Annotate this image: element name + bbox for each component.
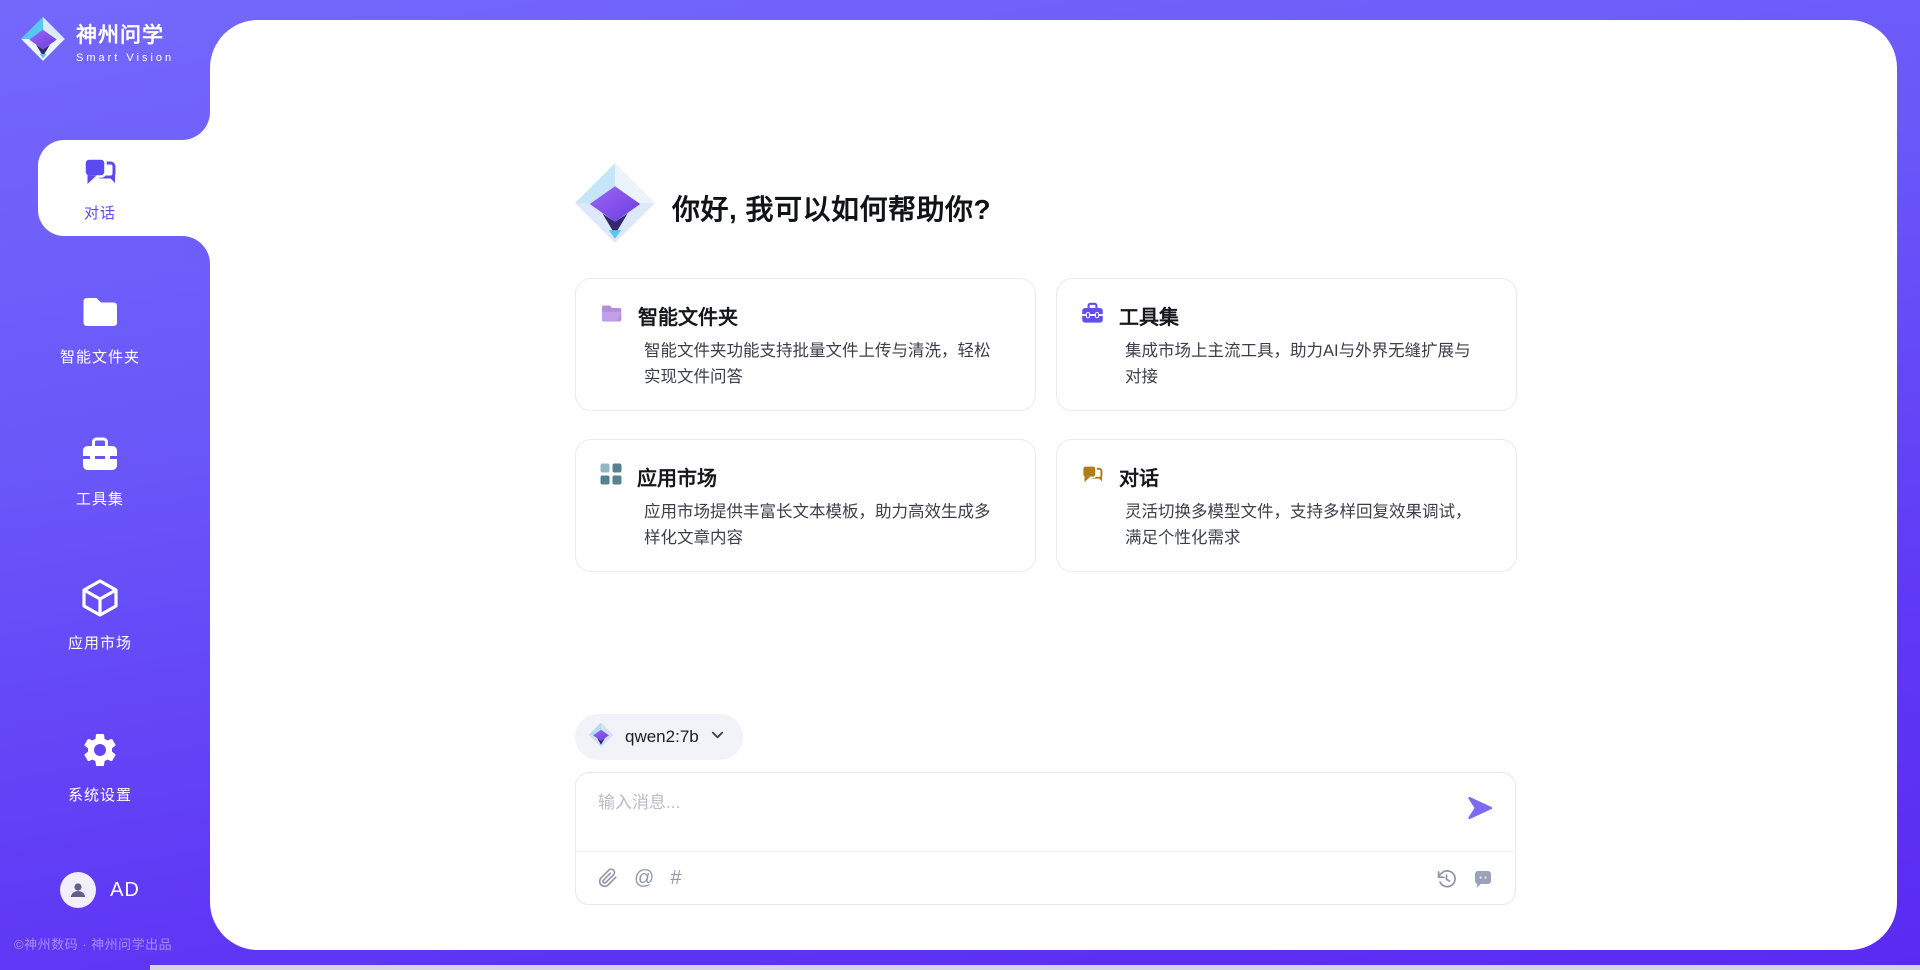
hero-diamond-icon (573, 161, 657, 250)
sidebar-item-folders[interactable]: 智能文件夹 (0, 292, 200, 367)
active-tab-fillet-top (182, 112, 210, 140)
sidebar-item-settings[interactable]: 系统设置 (0, 730, 200, 805)
cube-icon (80, 578, 120, 623)
card-description: 集成市场上主流工具，助力AI与外界无缝扩展与对接 (1125, 339, 1481, 390)
card-title: 工具集 (1119, 301, 1179, 330)
active-tab-fillet-bottom (182, 236, 210, 264)
page-title: 你好, 我可以如何帮助你? (672, 188, 991, 228)
sidebar-item-market[interactable]: 应用市场 (0, 578, 200, 653)
message-input[interactable] (598, 788, 1428, 846)
model-selector[interactable]: qwen2:7b (575, 714, 743, 760)
mention-icon[interactable]: @ (634, 868, 654, 888)
composer-toolbar: @ # (598, 852, 1493, 904)
message-composer: @ # (575, 772, 1516, 905)
folder-icon (600, 302, 623, 330)
avatar (60, 872, 96, 908)
brand: 神州问学 Smart Vision (20, 16, 174, 67)
card-chat[interactable]: 对话 灵活切换多模型文件，支持多样回复效果调试，满足个性化需求 (1056, 439, 1517, 572)
sidebar-item-chat[interactable]: 对话 (38, 140, 210, 236)
sidebar: 神州问学 Smart Vision 对话 智能文件夹 (0, 0, 210, 970)
card-title: 对话 (1119, 462, 1159, 491)
hashtag-icon[interactable]: # (670, 868, 681, 888)
history-icon[interactable] (1436, 868, 1457, 889)
sidebar-item-label: 系统设置 (68, 784, 132, 805)
card-description: 应用市场提供丰富长文本模板，助力高效生成多样化文章内容 (644, 500, 1000, 551)
sidebar-item-label: 智能文件夹 (60, 346, 140, 367)
sidebar-item-tools[interactable]: 工具集 (0, 436, 200, 509)
copyright-text: ©神州数码 · 神州问学出品 (14, 934, 172, 953)
chevron-down-icon (710, 727, 725, 747)
card-smart-folders[interactable]: 智能文件夹 智能文件夹功能支持批量文件上传与清洗，轻松实现文件问答 (575, 278, 1036, 411)
chat-bubble-icon[interactable] (1473, 868, 1493, 888)
chat-icon (82, 154, 118, 195)
briefcase-icon (1081, 302, 1104, 330)
card-title: 应用市场 (637, 462, 717, 491)
card-title: 智能文件夹 (638, 301, 738, 330)
briefcase-icon (81, 436, 119, 479)
user-profile[interactable]: AD (0, 872, 200, 908)
card-description: 智能文件夹功能支持批量文件上传与清洗，轻松实现文件问答 (644, 339, 1000, 390)
feature-cards: 智能文件夹 智能文件夹功能支持批量文件上传与清洗，轻松实现文件问答 工具集 集成… (575, 278, 1517, 572)
card-app-market[interactable]: 应用市场 应用市场提供丰富长文本模板，助力高效生成多样化文章内容 (575, 439, 1036, 572)
chat-icon (1081, 463, 1104, 491)
brand-tagline: Smart Vision (76, 52, 174, 64)
user-initials: AD (110, 879, 140, 902)
sidebar-item-label: 对话 (84, 202, 116, 223)
sidebar-item-label: 工具集 (76, 488, 124, 509)
attachment-icon[interactable] (598, 868, 618, 888)
folder-icon (80, 292, 120, 337)
send-icon[interactable] (1466, 794, 1494, 822)
gear-icon (80, 730, 120, 775)
model-name: qwen2:7b (625, 727, 699, 747)
brand-name: 神州问学 (76, 19, 174, 49)
apps-grid-icon (600, 463, 622, 490)
main-panel: 你好, 我可以如何帮助你? 智能文件夹 智能文件夹功能支持批量文件上传与清洗，轻… (210, 20, 1897, 950)
card-toolset[interactable]: 工具集 集成市场上主流工具，助力AI与外界无缝扩展与对接 (1056, 278, 1517, 411)
bottom-edge-strip (150, 965, 1920, 970)
sidebar-item-label: 应用市场 (68, 632, 132, 653)
brand-logo-diamond-icon (20, 16, 66, 67)
model-diamond-icon (588, 722, 614, 753)
card-description: 灵活切换多模型文件，支持多样回复效果调试，满足个性化需求 (1125, 500, 1481, 551)
